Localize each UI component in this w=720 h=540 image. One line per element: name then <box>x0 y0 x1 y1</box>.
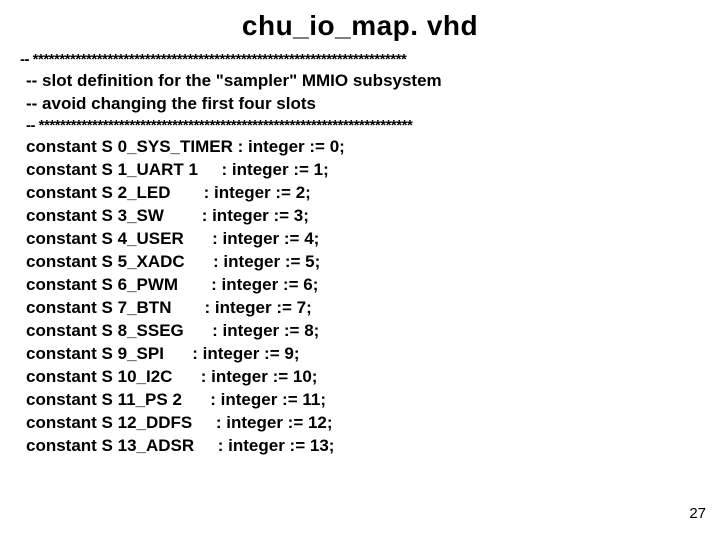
constant-line: constant S 1_UART 1 : integer := 1; <box>26 159 720 182</box>
constant-line: constant S 0_SYS_TIMER : integer := 0; <box>26 136 720 159</box>
comment-slot-definition: -- slot definition for the "sampler" MMI… <box>26 70 720 93</box>
constant-line: constant S 8_SSEG : integer := 8; <box>26 320 720 343</box>
constant-line: constant S 6_PWM : integer := 6; <box>26 274 720 297</box>
separator-bottom: -- *************************************… <box>26 116 720 136</box>
constant-line: constant S 12_DDFS : integer := 12; <box>26 412 720 435</box>
page-number: 27 <box>689 505 706 522</box>
constant-line: constant S 4_USER : integer := 4; <box>26 228 720 251</box>
comment-avoid-changing: -- avoid changing the first four slots <box>26 93 720 116</box>
constant-line: constant S 10_I2C : integer := 10; <box>26 366 720 389</box>
code-block: -- *************************************… <box>0 50 720 458</box>
constant-line: constant S 11_PS 2 : integer := 11; <box>26 389 720 412</box>
constant-line: constant S 5_XADC : integer := 5; <box>26 251 720 274</box>
constant-line: constant S 2_LED : integer := 2; <box>26 182 720 205</box>
constant-line: constant S 9_SPI : integer := 9; <box>26 343 720 366</box>
constant-line: constant S 3_SW : integer := 3; <box>26 205 720 228</box>
slide-title: chu_io_map. vhd <box>0 0 720 50</box>
constant-line: constant S 7_BTN : integer := 7; <box>26 297 720 320</box>
constant-line: constant S 13_ADSR : integer := 13; <box>26 435 720 458</box>
separator-top: -- *************************************… <box>20 50 720 70</box>
